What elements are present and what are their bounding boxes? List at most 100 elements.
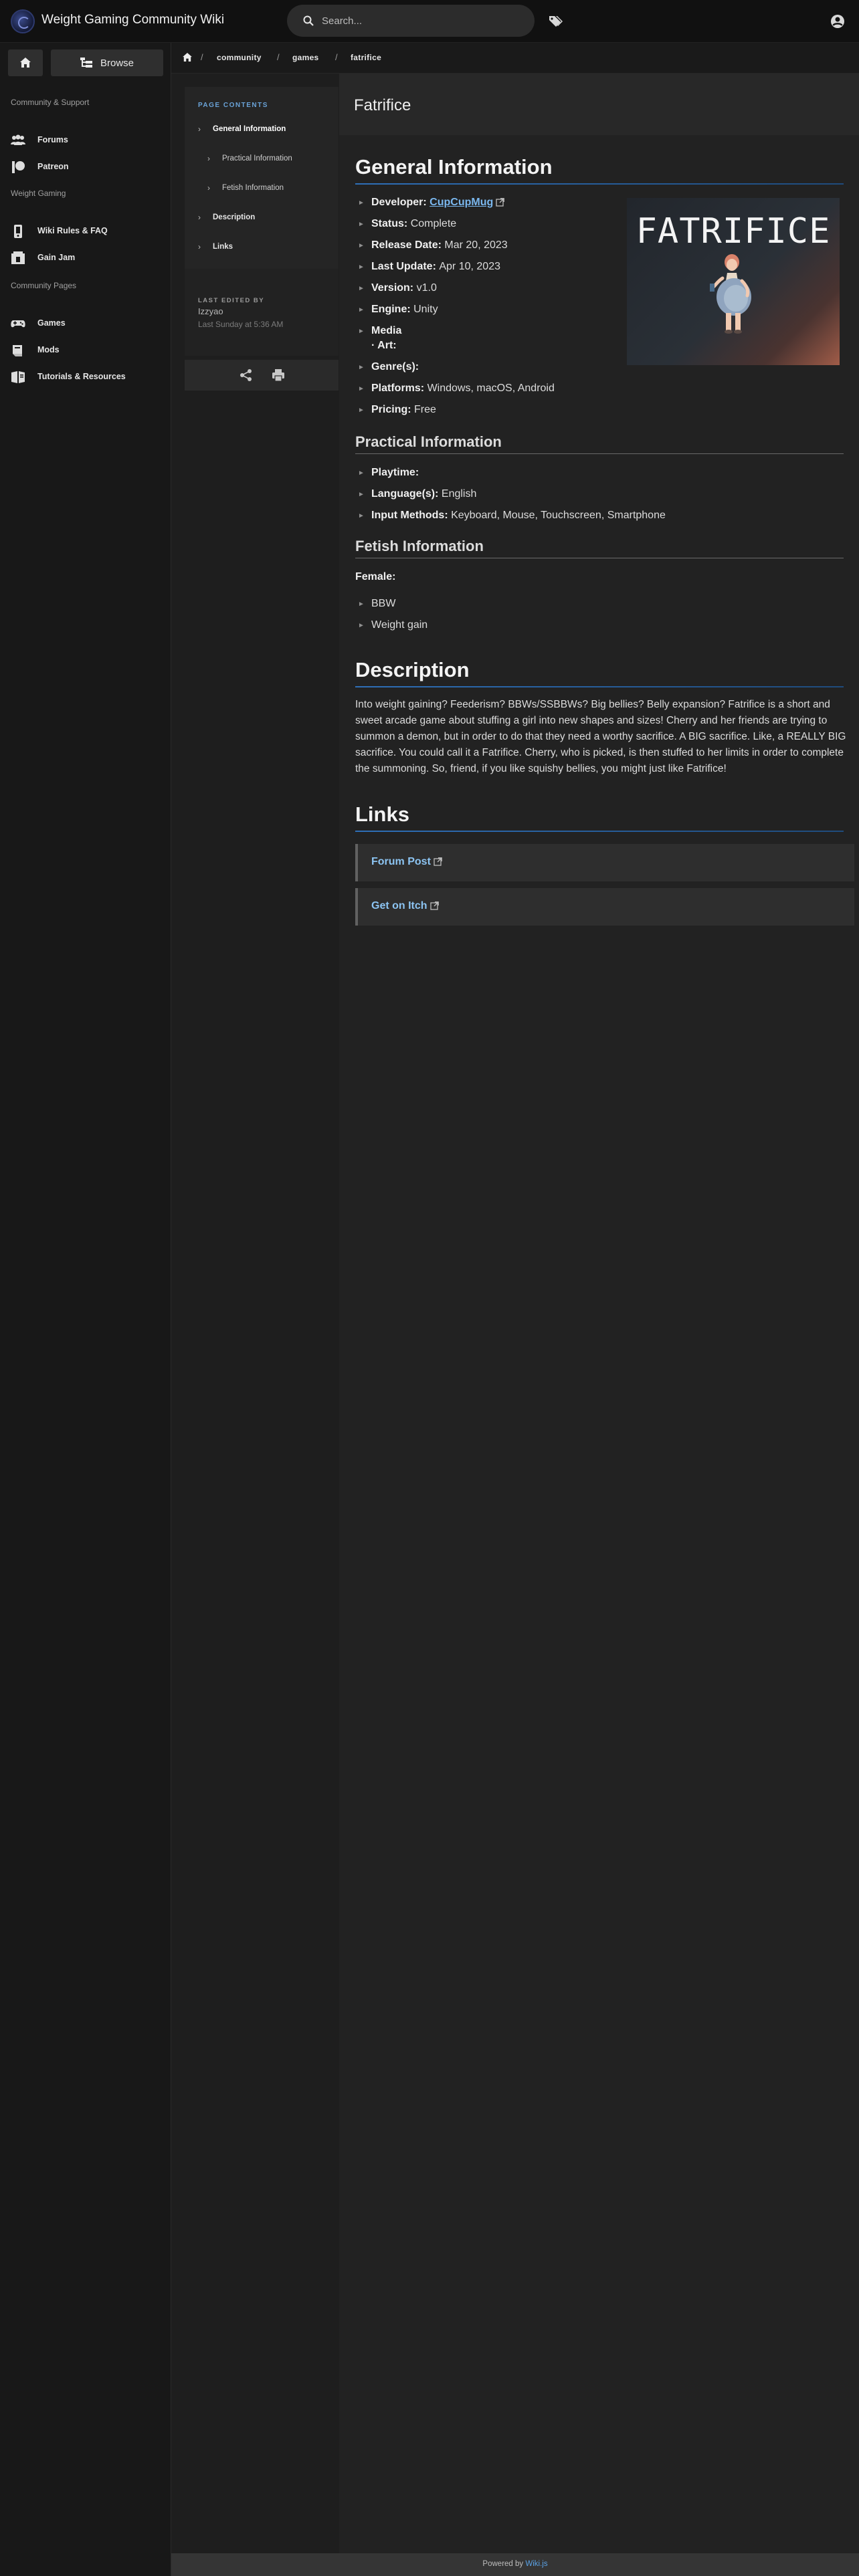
bullet-icon: ► [358, 512, 365, 520]
footer-brand-link[interactable]: Wiki.js [525, 2560, 547, 2568]
browse-button[interactable]: Browse [51, 49, 163, 76]
external-link-icon [496, 198, 505, 207]
genre-label: Genre(s): [371, 361, 419, 372]
game-cover-image: FATRIFICE [627, 198, 840, 365]
toc-item-label: Description [213, 213, 256, 221]
breadcrumb: / community / games / fatrifice [171, 43, 859, 74]
toc-item-label: General Information [213, 125, 286, 133]
bullet-icon: ► [358, 385, 365, 393]
print-icon[interactable] [272, 368, 285, 382]
sidebar-item-mods[interactable]: Mods [11, 341, 165, 360]
heading-rule [355, 183, 844, 185]
search-box[interactable] [287, 5, 535, 37]
sidebar-item-label: Mods [37, 345, 60, 354]
left-sidebar: Browse Community & Support Forums Patreo… [0, 43, 171, 2576]
sidebar-item-forums[interactable]: Forums [11, 131, 165, 150]
external-link-icon [434, 857, 442, 866]
bullet-icon: ► [358, 364, 365, 371]
developer-label: Developer: [371, 197, 427, 208]
bullet-icon: ► [358, 407, 365, 414]
fetish-tag: BBW [371, 598, 396, 609]
patreon-icon [12, 161, 25, 173]
heading-practical-information: Practical Information [355, 433, 502, 450]
bullet-icon: ► [358, 306, 365, 314]
footer: Powered by Wiki.js [171, 2553, 859, 2576]
heading-rule [355, 453, 844, 454]
footer-prefix: Powered by [482, 2560, 524, 2568]
chevron-right-icon: › [198, 213, 201, 222]
page-title: Fatrifice [354, 96, 411, 114]
sidebar-item-games[interactable]: Games [11, 314, 165, 333]
account-icon[interactable] [830, 14, 845, 29]
media-label: Media [371, 325, 402, 336]
sidebar-item-label: Games [37, 318, 66, 328]
character-illustration [710, 254, 751, 334]
wiki-rules-icon [14, 225, 22, 238]
sidebar-item-gain-jam[interactable]: Gain Jam [11, 249, 165, 267]
pricing-label: Pricing: [371, 404, 411, 415]
bullet-icon: ► [358, 601, 365, 608]
heading-links: Links [355, 802, 409, 826]
chevron-right-icon: › [207, 183, 210, 193]
sidebar-item-patreon[interactable]: Patreon [11, 158, 165, 177]
language-value: English [441, 488, 477, 500]
toc-title: PAGE CONTENTS [198, 102, 268, 109]
top-bar: Weight Gaming Community Wiki [0, 0, 859, 43]
page-actions [185, 360, 339, 391]
platforms-label: Platforms: [371, 383, 425, 394]
version-value: v1.0 [416, 282, 437, 294]
bullet-icon: ► [358, 221, 365, 228]
status-label: Status: [371, 218, 408, 229]
language-label: Language(s): [371, 488, 439, 500]
site-logo[interactable] [11, 9, 35, 33]
link-label: Forum Post [371, 856, 431, 867]
sidebar-item-label: Wiki Rules & FAQ [37, 226, 108, 235]
bullet-icon: ► [358, 328, 365, 335]
toc-item-label: Practical Information [222, 154, 292, 163]
tags-icon[interactable] [549, 15, 563, 28]
home-button[interactable] [8, 49, 43, 76]
heading-description: Description [355, 658, 470, 681]
heading-fetish-information: Fetish Information [355, 538, 484, 554]
chevron-right-icon: › [207, 154, 210, 163]
engine-label: Engine: [371, 304, 411, 315]
breadcrumb-item-games[interactable]: games [292, 53, 319, 62]
breadcrumb-item-community[interactable]: community [217, 53, 262, 62]
site-title[interactable]: Weight Gaming Community Wiki [41, 13, 224, 27]
bullet-icon: ► [358, 622, 365, 629]
link-forum-post[interactable]: Forum Post [355, 844, 854, 881]
gain-jam-icon [11, 251, 25, 264]
toc-item-label: Links [213, 243, 233, 251]
search-icon [303, 15, 314, 26]
sidebar-item-tutorials[interactable]: Tutorials & Resources [11, 368, 165, 387]
playtime-label: Playtime: [371, 467, 419, 478]
breadcrumb-home-icon[interactable] [183, 53, 192, 62]
bullet-icon: ► [358, 263, 365, 271]
version-label: Version: [371, 282, 414, 294]
search-input[interactable] [322, 13, 516, 29]
pricing-value: Free [414, 404, 436, 415]
update-value: Apr 10, 2023 [439, 261, 500, 272]
link-get-on-itch[interactable]: Get on Itch [355, 888, 854, 926]
release-value: Mar 20, 2023 [444, 239, 508, 251]
last-edited-panel: LAST EDITED BY Izzyao Last Sunday at 5:3… [185, 269, 339, 356]
bullet-icon: ► [358, 491, 365, 498]
tutorials-icon [11, 371, 25, 383]
bullet-icon: ► [358, 285, 365, 292]
forums-icon [11, 134, 25, 145]
release-label: Release Date: [371, 239, 442, 251]
update-label: Last Update: [371, 261, 436, 272]
last-edited-user[interactable]: Izzyao [198, 306, 223, 316]
input-label: Input Methods: [371, 510, 448, 521]
gamepad-icon [11, 320, 25, 328]
sidebar-section-community-support: Community & Support [11, 98, 90, 107]
developer-link[interactable]: CupCupMug [430, 197, 493, 208]
share-icon[interactable] [240, 368, 253, 382]
page-header: Fatrifice [339, 74, 859, 135]
fetish-tag: Weight gain [371, 619, 428, 631]
chevron-right-icon: › [198, 124, 201, 134]
chevron-right-icon: › [198, 242, 201, 251]
browse-label: Browse [100, 58, 134, 69]
engine-value: Unity [413, 304, 438, 315]
sidebar-item-wiki-rules[interactable]: Wiki Rules & FAQ [11, 222, 165, 241]
